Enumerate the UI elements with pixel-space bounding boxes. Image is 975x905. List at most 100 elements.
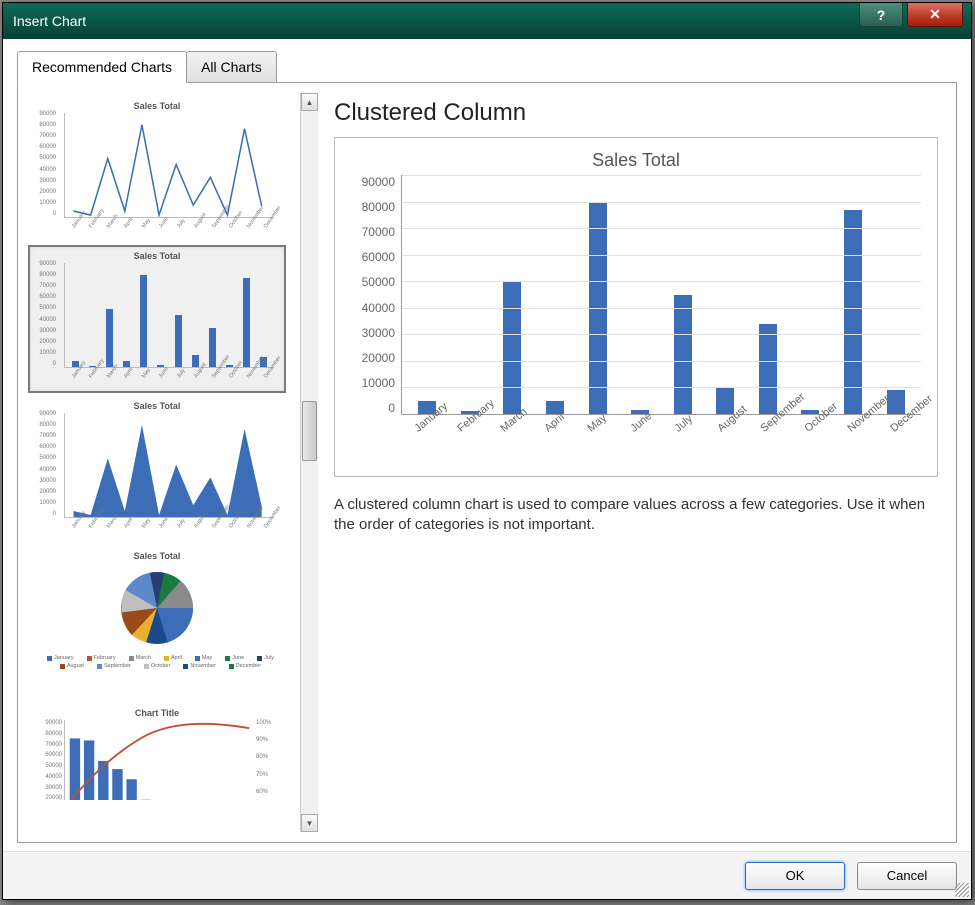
- bar: [226, 365, 233, 367]
- bar: [209, 328, 216, 367]
- help-icon: ?: [877, 7, 886, 23]
- chart-thumb-area[interactable]: Sales Total 90000 80000 70000 60000 5000…: [28, 395, 286, 543]
- gridline: [402, 334, 921, 335]
- x-tick: November: [845, 419, 882, 461]
- thumb-title: Sales Total: [36, 251, 278, 261]
- tab-all-charts[interactable]: All Charts: [186, 51, 277, 83]
- chart-thumb-pareto[interactable]: Chart Title 90000 80000 70000 60000 5000…: [28, 702, 286, 802]
- x-tick: May: [585, 419, 622, 461]
- close-button[interactable]: ✕: [907, 3, 963, 27]
- x-tick: October: [802, 419, 839, 461]
- titlebar: Insert Chart ? ✕: [3, 3, 971, 39]
- thumb-plot: [64, 263, 274, 368]
- thumb-title: Sales Total: [36, 551, 278, 561]
- chart-preview-panel: Clustered Column Sales Total 90000 80000 7…: [326, 93, 946, 832]
- scroll-thumb[interactable]: [302, 401, 317, 461]
- scroll-up-button[interactable]: ▲: [301, 93, 318, 111]
- thumb-plot: [64, 113, 274, 218]
- tab-recommended-charts[interactable]: Recommended Charts: [17, 51, 187, 83]
- bar: [243, 278, 250, 367]
- chevron-up-icon: ▲: [306, 98, 314, 107]
- y-tick: 40000: [351, 301, 395, 315]
- chart-thumb-line[interactable]: Sales Total 90000 80000 70000 60000 5000…: [28, 95, 286, 243]
- plot-surface: [401, 175, 921, 415]
- window-controls: ? ✕: [859, 3, 971, 39]
- gridline: [402, 361, 921, 362]
- gridline: [402, 175, 921, 176]
- chart-type-heading: Clustered Column: [334, 99, 938, 127]
- scroll-track[interactable]: [301, 111, 318, 814]
- thumb-yaxis: 90000 80000 70000 60000 50000 40000 3000…: [30, 411, 56, 517]
- close-icon: ✕: [929, 6, 941, 23]
- pie-icon: [112, 563, 202, 653]
- y-tick: 30000: [351, 326, 395, 340]
- chevron-down-icon: ▼: [306, 819, 314, 828]
- gridline: [402, 387, 921, 388]
- bar: [546, 401, 564, 414]
- dialog-body: Recommended Charts All Charts Sales Tota…: [3, 39, 971, 851]
- thumb-yaxis: 90000 80000 70000 60000 50000 40000 3000…: [30, 111, 56, 217]
- thumb-scrollbar[interactable]: ▲ ▼: [300, 93, 318, 832]
- y-tick: 10000: [351, 376, 395, 390]
- chart-preview: Sales Total 90000 80000 70000 60000 50000 400…: [334, 137, 938, 477]
- y-tick: 20000: [351, 351, 395, 365]
- ok-button[interactable]: OK: [745, 862, 845, 890]
- gridline: [402, 202, 921, 203]
- dialog-footer: OK Cancel: [3, 851, 971, 899]
- x-tick: July: [672, 419, 709, 461]
- y-axis: 90000 80000 70000 60000 50000 40000 30000 20000…: [351, 175, 401, 415]
- chart-plot-area: 90000 80000 70000 60000 50000 40000 30000 20000…: [351, 175, 921, 415]
- titlebar-background-blur: [86, 3, 859, 39]
- cancel-button[interactable]: Cancel: [857, 862, 957, 890]
- thumb-plot: [64, 413, 274, 518]
- gridline: [402, 281, 921, 282]
- x-tick: December: [889, 419, 926, 461]
- help-button[interactable]: ?: [859, 3, 903, 27]
- bar: [503, 281, 521, 414]
- x-tick: February: [455, 419, 492, 461]
- x-tick: August: [715, 419, 752, 461]
- thumb-title: Sales Total: [36, 101, 278, 111]
- insert-chart-dialog: Insert Chart ? ✕ Recommended Charts All …: [2, 2, 972, 900]
- chart-thumb-pie[interactable]: Sales Total: [28, 545, 286, 700]
- bar: [674, 295, 692, 415]
- pareto-right-axis: 100% 90% 80% 70% 60% 50%: [254, 720, 278, 802]
- y-tick: 50000: [351, 275, 395, 289]
- scroll-down-button[interactable]: ▼: [301, 814, 318, 832]
- y-tick: 0: [351, 401, 395, 415]
- thumb-xaxis: January February March April May June Ju…: [64, 368, 274, 382]
- thumb-scroll-area: Sales Total 90000 80000 70000 60000 5000…: [28, 93, 318, 832]
- bar: [844, 210, 862, 414]
- bar: [140, 275, 147, 367]
- x-tick: June: [629, 419, 666, 461]
- y-tick: 90000: [351, 175, 395, 189]
- bar: [759, 324, 777, 414]
- y-tick: 60000: [351, 250, 395, 264]
- thumb-xaxis: January February March April May June Ju…: [64, 518, 274, 532]
- tab-strip: Recommended Charts All Charts: [17, 51, 957, 83]
- resize-grip-icon[interactable]: [955, 883, 969, 897]
- bar: [106, 309, 113, 367]
- gridline: [402, 308, 921, 309]
- x-tick: September: [759, 419, 796, 461]
- bars-container: [402, 175, 921, 414]
- thumb-title: Chart Title: [36, 708, 278, 718]
- x-axis: JanuaryFebruaryMarchAprilMayJuneJulyAugu…: [401, 415, 921, 465]
- x-tick: January: [412, 419, 449, 461]
- gridline: [402, 255, 921, 256]
- x-tick: March: [499, 419, 536, 461]
- thumb-xaxis: January February March April May June Ju…: [64, 218, 274, 232]
- bar: [175, 315, 182, 367]
- y-tick: 80000: [351, 200, 395, 214]
- y-tick: 70000: [351, 225, 395, 239]
- x-tick: April: [542, 419, 579, 461]
- thumb-title: Sales Total: [36, 401, 278, 411]
- gridline: [402, 228, 921, 229]
- chart-title: Sales Total: [351, 150, 921, 171]
- tab-content: Sales Total 90000 80000 70000 60000 5000…: [17, 82, 957, 843]
- bar: [192, 355, 199, 367]
- chart-thumb-clustered-column[interactable]: Sales Total 90000 80000 70000 60000 5000…: [28, 245, 286, 393]
- pareto-left-axis: 90000 80000 70000 60000 50000 40000 3000…: [36, 720, 64, 802]
- recommended-thumbs-panel: Sales Total 90000 80000 70000 60000 5000…: [28, 93, 318, 832]
- window-title: Insert Chart: [13, 13, 86, 29]
